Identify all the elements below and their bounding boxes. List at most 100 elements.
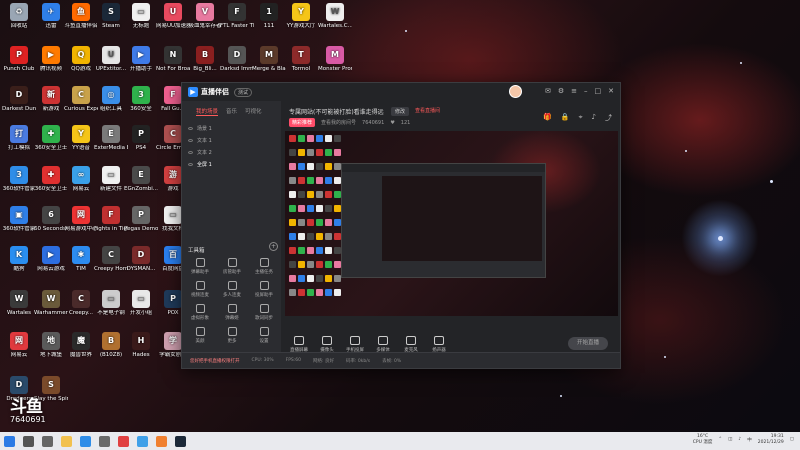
tool-item[interactable]: 虚拟形象	[184, 304, 216, 321]
desktop-icon[interactable]: ✚ 360安全卫士	[34, 125, 68, 151]
desktop-icon[interactable]: P Punch Club	[2, 46, 36, 72]
desktop-icon[interactable]: ✱ TIM	[64, 246, 98, 272]
close-icon[interactable]: ✕	[608, 87, 614, 95]
settings-icon[interactable]: ⚙	[558, 87, 564, 95]
phone-cast-button[interactable]: 手机投屏	[341, 335, 369, 353]
edit-room-button[interactable]: 修改	[391, 107, 410, 116]
taskbar-file-explorer-icon[interactable]	[61, 435, 72, 447]
desktop-icon[interactable]: W Wartales.C...	[318, 3, 352, 29]
desktop-icon[interactable]: D DYSMAN...	[124, 246, 158, 272]
tab-visual[interactable]: 可视化	[245, 107, 262, 116]
desktop-icon[interactable]: B (B10Z8)	[94, 332, 128, 358]
desktop-icon[interactable]: F FTL Faster Than Light	[220, 3, 254, 29]
start-live-button[interactable]: 开始直播	[568, 337, 608, 350]
desktop-icon[interactable]: 地地下城堡	[34, 332, 68, 358]
taskbar-search-icon[interactable]	[23, 435, 34, 447]
desktop-icon[interactable]: C Creepy Homeline...	[94, 246, 128, 272]
tool-item[interactable]: 歌词同步	[248, 304, 280, 321]
eye-icon[interactable]	[188, 138, 193, 142]
eye-icon[interactable]	[188, 150, 193, 154]
taskbar-app1-icon[interactable]	[118, 435, 129, 447]
view-room-link[interactable]: 查看直播间	[415, 107, 440, 114]
gift-icon[interactable]: 🎁	[543, 113, 552, 123]
desktop-icon[interactable]: 网网易游戏中心	[64, 206, 98, 232]
desktop-icon[interactable]: B Big_Bli...	[188, 46, 222, 72]
tool-item[interactable]: 多人连麦	[216, 281, 248, 298]
status-warning[interactable]: 您好把手机直播权限打开	[190, 358, 240, 364]
pin-icon[interactable]: ⌖	[579, 113, 583, 123]
clock[interactable]: 19:31 2021/12/29	[758, 434, 784, 446]
desktop-icon[interactable]: U UPExtitor...	[94, 46, 128, 72]
user-avatar[interactable]	[509, 85, 522, 98]
desktop-icon[interactable]: ◎ 组织工具	[94, 86, 128, 112]
desktop-icon[interactable]: ▭ 新建文件	[94, 166, 128, 192]
menu-icon[interactable]: ≡	[571, 87, 577, 95]
screen-capture-button[interactable]: 直播屏幕	[285, 335, 313, 353]
desktop-icon[interactable]: ✈ 迅雷	[34, 3, 68, 29]
desktop-icon[interactable]: Y YY语音	[64, 125, 98, 151]
taskbar-start-icon[interactable]	[4, 435, 15, 447]
lock-icon[interactable]: 🔒	[561, 113, 570, 123]
desktop-icon[interactable]: ▣ 360软件管家	[2, 206, 36, 232]
desktop-icon[interactable]: T Tormol	[284, 46, 318, 72]
eye-icon[interactable]	[188, 162, 193, 166]
tool-item[interactable]: 更多	[216, 327, 248, 344]
desktop-icon[interactable]: H Hades	[124, 332, 158, 358]
scene-item[interactable]: 文本 1	[182, 134, 281, 146]
tool-item[interactable]: 设置	[248, 327, 280, 344]
taskbar-app3-icon[interactable]	[156, 435, 167, 447]
desktop-icon[interactable]: ✚ 360安全卫士	[34, 166, 68, 192]
desktop-icon[interactable]: P Pegas Demo	[124, 206, 158, 232]
desktop-icon[interactable]: ▭ 开发小组	[124, 290, 158, 316]
tool-item[interactable]: 房管助手	[216, 258, 248, 275]
desktop-icon[interactable]: 新新游戏	[34, 86, 68, 112]
desktop-icon[interactable]: 鱼斗鱼直播伴侣	[64, 3, 98, 29]
scene-item[interactable]: 场景 1	[182, 122, 281, 134]
maximize-icon[interactable]: □	[595, 87, 602, 95]
desktop-icon[interactable]: 打打工模拟	[2, 125, 36, 151]
network-icon[interactable]: ◫	[728, 437, 732, 442]
tool-item[interactable]: 弹幕姬	[216, 304, 248, 321]
desktop-icon[interactable]: Q QQ游戏	[64, 46, 98, 72]
desktop-icon[interactable]: 1 111	[252, 3, 286, 29]
speaker-button[interactable]: 扬声器	[425, 335, 453, 353]
message-icon[interactable]: ✉	[545, 87, 551, 95]
tool-item[interactable]: 投屏助手	[248, 281, 280, 298]
desktop-icon[interactable]: Y YY游戏大厅	[284, 3, 318, 29]
share-icon[interactable]: ⤴	[605, 113, 612, 123]
desktop-icon[interactable]: ▭ 无标题	[124, 3, 158, 29]
desktop-icon[interactable]: S Steam	[94, 3, 128, 29]
tab-music[interactable]: 音乐	[226, 107, 237, 116]
category-badge[interactable]: 精彩推荐	[289, 118, 316, 127]
desktop-icon[interactable]: D Darkest Dungeon	[2, 86, 36, 112]
minimize-icon[interactable]: –	[584, 87, 588, 95]
tool-item[interactable]: 美颜	[184, 327, 216, 344]
desktop-icon[interactable]: E ExterMedia EECentral 4	[94, 125, 128, 151]
desktop-icon[interactable]: D Darksd Immersio...	[220, 46, 254, 72]
desktop-icon[interactable]: 魔魔兽世界	[64, 332, 98, 358]
stream-preview[interactable]	[285, 131, 618, 316]
desktop-icon[interactable]: N Not For Broadcast	[156, 46, 190, 72]
tool-item[interactable]: 弹幕助手	[184, 258, 216, 275]
media-button[interactable]: 多媒体	[369, 335, 397, 353]
scene-item[interactable]: 文本 2	[182, 146, 281, 158]
volume-icon[interactable]: ♪	[738, 437, 741, 442]
desktop-icon[interactable]: 网网易云	[2, 332, 36, 358]
desktop-icon[interactable]: M Monster Prom	[318, 46, 352, 72]
desktop-icon[interactable]: W Wartales	[2, 290, 36, 316]
desktop-icon[interactable]: ▭ 不是电子钢	[94, 290, 128, 316]
desktop-icon[interactable]: W Warhammer 40,000	[34, 290, 68, 316]
scene-item[interactable]: 全屏 1	[182, 158, 281, 170]
desktop-icon[interactable]: V 吸血鬼幸存者	[188, 3, 222, 29]
desktop-icon[interactable]: 3 360安全	[124, 86, 158, 112]
up-arrow-icon[interactable]: ⌃	[718, 437, 722, 442]
desktop-icon[interactable]: C Curious Expedition	[64, 86, 98, 112]
desktop-icon[interactable]: ♻ 回收站	[2, 3, 36, 29]
room-title[interactable]: 专属网站(不可能被打脸)看谁走得远	[289, 107, 384, 116]
bell-icon[interactable]: ♪	[592, 113, 596, 123]
desktop-icon[interactable]: ▶ 开播助手	[124, 46, 158, 72]
notification-icon[interactable]: ▢	[790, 437, 794, 442]
desktop-icon[interactable]: M Merge & Blade	[252, 46, 286, 72]
desktop-icon[interactable]: P PS4	[124, 125, 158, 151]
tab-scenes[interactable]: 我的场景	[196, 107, 219, 116]
